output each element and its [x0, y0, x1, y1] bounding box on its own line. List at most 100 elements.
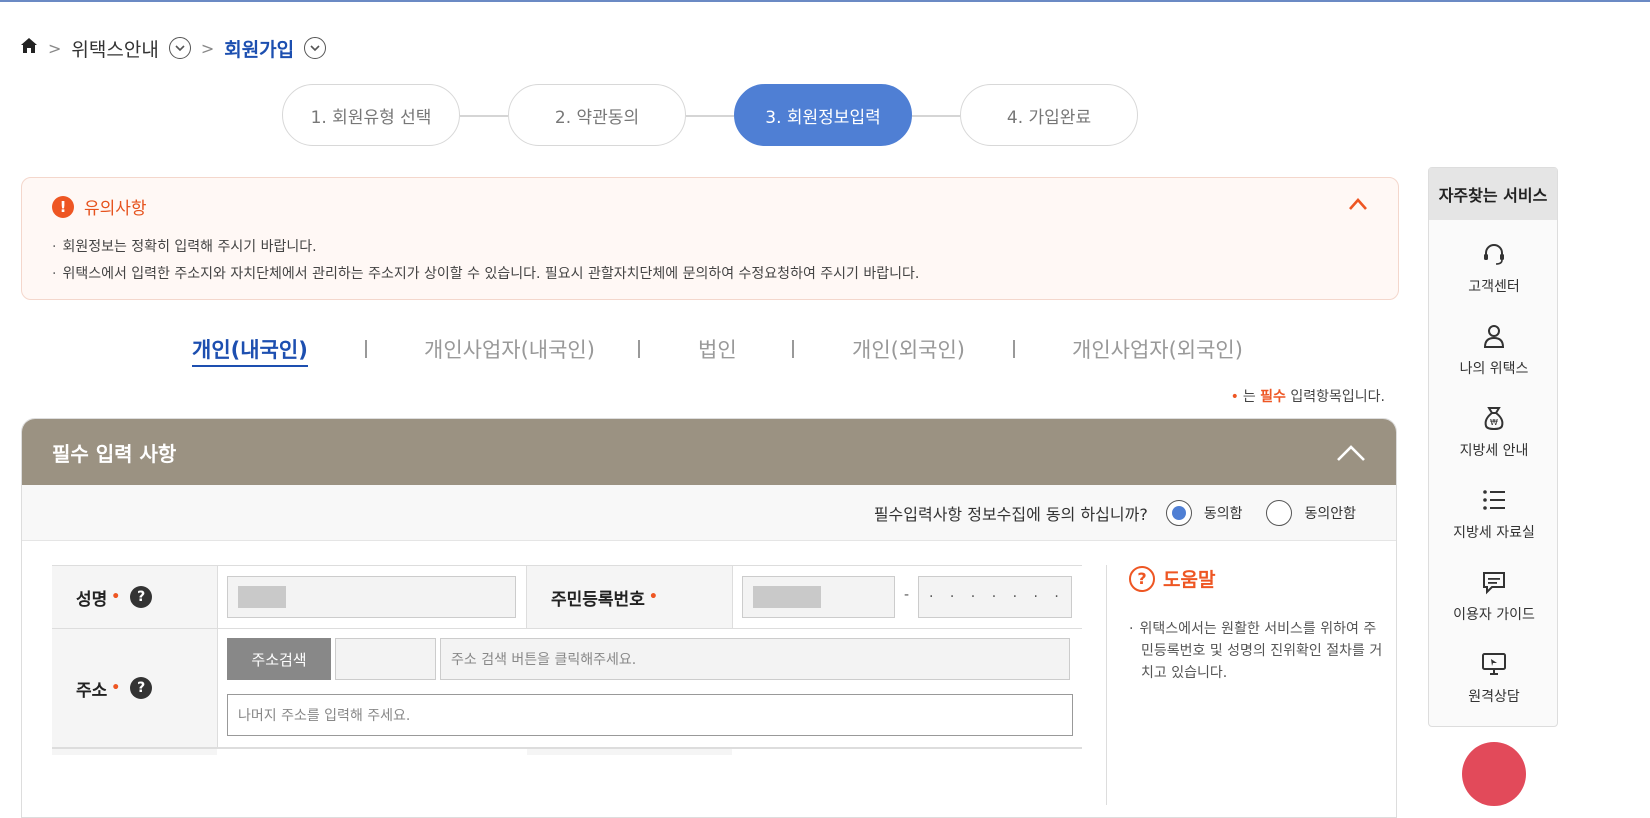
disagree-radio[interactable]: [1266, 499, 1293, 526]
rrn-back-masked: · · · · · · ·: [929, 589, 1065, 605]
help-text: 위택스에서는 원활한 서비스를 위하여 주민등록번호 및 성명의 진위확인 절차…: [1129, 618, 1386, 684]
tab-individual-foreign[interactable]: 개인(외국인): [852, 334, 965, 364]
monitor-icon: [1482, 653, 1506, 675]
panel-header: 필수 입력 사항: [22, 419, 1396, 485]
quick-menu: 자주찾는 서비스 고객센터 나의 위택스 ₩ 지방세 안내 지방세 자료실 이용…: [1428, 167, 1558, 727]
cell-divider: [217, 566, 218, 628]
notice-list: 회원정보는 정확히 입력해 주시기 바랍니다. 위택스에서 입력한 주소지와 자…: [52, 234, 919, 288]
notice-box: ! 유의사항 회원정보는 정확히 입력해 주시기 바랍니다. 위택스에서 입력한…: [21, 177, 1399, 300]
required-note-word: 필수: [1260, 389, 1286, 405]
breadcrumb-item-signup[interactable]: 회원가입: [224, 35, 294, 62]
svg-text:₩: ₩: [1490, 418, 1498, 427]
tab-sole-proprietor-foreign[interactable]: 개인사업자(외국인): [1072, 334, 1243, 364]
quick-menu-title: 자주찾는 서비스: [1429, 168, 1557, 220]
masked-value: [238, 586, 286, 608]
breadcrumb: > 위택스안내 > 회원가입: [20, 34, 327, 62]
rrn-label-cell: 주민등록번호 •: [527, 566, 732, 628]
quick-item-my-wetax[interactable]: 나의 위택스: [1429, 322, 1559, 394]
notice-title: 유의사항: [84, 199, 147, 219]
quick-item-remote-consult[interactable]: 원격상담: [1429, 650, 1559, 722]
required-info-panel: 필수 입력 사항 필수입력사항 정보수집에 동의 하십니까? 동의함 동의안함 …: [21, 418, 1397, 818]
quick-item-customer-center[interactable]: 고객센터: [1429, 240, 1559, 312]
address-detail-input[interactable]: 나머지 주소를 입력해 주세요.: [227, 694, 1073, 736]
required-dot: •: [1230, 389, 1239, 405]
step-3: 3. 회원정보입력: [734, 84, 912, 146]
chevron-right-icon: >: [200, 38, 215, 58]
cell-divider: [732, 566, 733, 628]
tab-sole-proprietor-domestic[interactable]: 개인사업자(내국인): [424, 334, 595, 364]
tab-corporation[interactable]: 법인: [698, 334, 737, 364]
cell-divider: [217, 629, 218, 747]
headset-icon: [1484, 244, 1504, 265]
agree-radio[interactable]: [1165, 499, 1192, 526]
tab-divider: [638, 340, 640, 358]
step-connector: [460, 115, 508, 117]
consent-question: 필수입력사항 정보수집에 동의 하십니까?: [873, 504, 1148, 524]
name-label-cell: 성명 • ?: [52, 566, 217, 628]
breadcrumb-item-guide[interactable]: 위택스안내: [71, 35, 158, 62]
name-input[interactable]: [227, 576, 516, 618]
quick-item-label: 원격상담: [1468, 689, 1520, 705]
next-label-cell: [52, 749, 217, 755]
step-connector: [686, 115, 734, 117]
name-label: 성명: [76, 589, 108, 610]
rrn-dash: -: [904, 587, 910, 603]
member-form: 성명 • ? 주민등록번호 • - · · · · · · · 주소 • ? 주…: [52, 565, 1082, 755]
rrn-front-input[interactable]: [742, 576, 895, 618]
chevron-up-icon[interactable]: [1348, 196, 1368, 210]
form-row-name: 성명 • ? 주민등록번호 • - · · · · · · ·: [52, 565, 1082, 628]
chat-icon: [1483, 572, 1505, 595]
quick-item-local-tax-archive[interactable]: 지방세 자료실: [1429, 486, 1559, 558]
address-input[interactable]: 주소 검색 버튼을 클릭해주세요.: [440, 638, 1070, 680]
quick-item-label: 고객센터: [1468, 279, 1520, 295]
address-search-button[interactable]: 주소검색: [227, 638, 331, 680]
warning-icon: !: [52, 195, 74, 218]
address-label: 주소: [76, 680, 108, 701]
help-icon[interactable]: ?: [130, 586, 153, 608]
help-title: 도움말: [1163, 569, 1216, 591]
tab-divider: [1013, 340, 1015, 358]
postcode-input[interactable]: [335, 638, 436, 680]
agree-label[interactable]: 동의함: [1204, 503, 1243, 523]
tab-divider: [792, 340, 794, 358]
masked-value: [753, 586, 821, 608]
notice-header: ! 유의사항: [52, 194, 147, 219]
home-icon[interactable]: [20, 37, 38, 60]
help-icon[interactable]: ?: [130, 677, 153, 699]
rrn-label: 주민등록번호: [551, 589, 645, 610]
required-dot: •: [111, 680, 121, 696]
chevron-down-icon[interactable]: [168, 37, 191, 59]
next-label-cell: [527, 749, 732, 755]
address-label-cell: 주소 • ?: [52, 629, 217, 747]
tab-divider: [365, 340, 367, 358]
money-bag-icon: ₩: [1484, 407, 1504, 431]
required-dot: •: [111, 589, 121, 605]
required-note-prefix: 는: [1242, 389, 1261, 405]
help-header: ? 도움말: [1129, 565, 1386, 592]
chatbot-badge[interactable]: [1462, 742, 1526, 806]
quick-item-local-tax-guide[interactable]: ₩ 지방세 안내: [1429, 404, 1559, 476]
panel-title: 필수 입력 사항: [52, 441, 177, 466]
chevron-right-icon: >: [48, 38, 62, 58]
question-icon: ?: [1129, 565, 1155, 592]
required-note: • 는 필수 입력항목입니다.: [1231, 386, 1385, 406]
help-box: ? 도움말 위택스에서는 원활한 서비스를 위하여 주민등록번호 및 성명의 진…: [1106, 565, 1386, 805]
form-row-next: [52, 748, 1082, 755]
disagree-label[interactable]: 동의안함: [1304, 503, 1356, 523]
quick-item-label: 이용자 가이드: [1453, 607, 1535, 623]
step-1: 1. 회원유형 선택: [282, 84, 460, 146]
quick-item-user-guide[interactable]: 이용자 가이드: [1429, 568, 1559, 640]
chevron-down-icon[interactable]: [304, 37, 327, 59]
chevron-up-icon[interactable]: [1336, 443, 1366, 461]
required-note-suffix: 입력항목입니다.: [1285, 389, 1385, 405]
tab-individual-domestic[interactable]: 개인(내국인): [192, 334, 308, 367]
required-dot: •: [648, 589, 658, 605]
signup-steps: 1. 회원유형 선택 2. 약관동의 3. 회원정보입력 4. 가입완료: [282, 84, 1142, 148]
step-2: 2. 약관동의: [508, 84, 686, 146]
list-icon: [1483, 490, 1505, 510]
consent-bar: 필수입력사항 정보수집에 동의 하십니까? 동의함 동의안함: [22, 485, 1396, 541]
top-border: [0, 0, 1650, 2]
step-connector: [912, 115, 960, 117]
member-type-tabs: 개인(내국인) 개인사업자(내국인) 법인 개인(외국인) 개인사업자(외국인): [0, 330, 1420, 370]
rrn-back-input[interactable]: · · · · · · ·: [918, 576, 1072, 618]
